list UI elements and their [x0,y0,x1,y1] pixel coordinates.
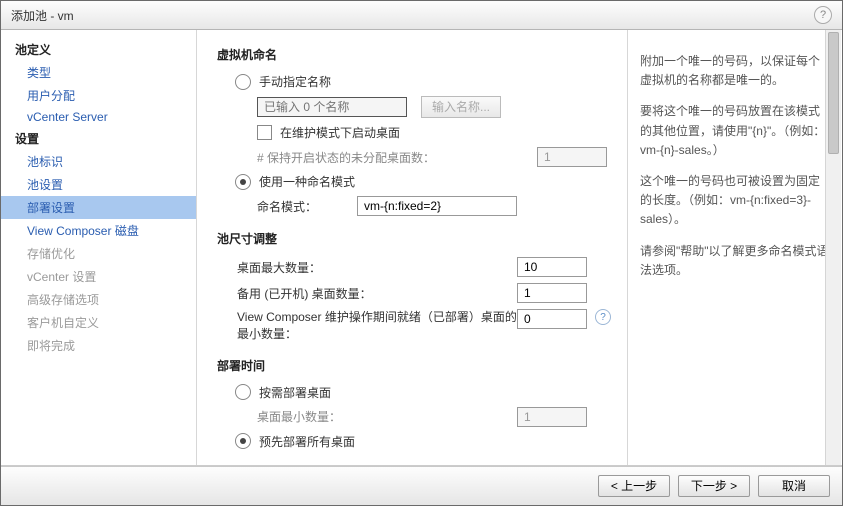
checkbox-maintenance-start[interactable] [257,125,272,140]
next-button[interactable]: 下一步 > [678,475,750,497]
help-text-2: 要将这个唯一的号码放置在该模式的其他位置，请使用"{n}"。（例如：vm-{n}… [640,102,830,160]
label-pattern: 命名模式： [257,198,357,215]
label-min-ready: View Composer 维护操作期间就绪（已部署）桌面的最小数量： [237,309,517,343]
section-pool-sizing: 池尺寸调整 [217,230,617,247]
radio-on-demand[interactable] [235,384,251,400]
sidebar: 池定义 类型 用户分配 vCenter Server 设置 池标识 池设置 部署… [1,30,197,465]
sidebar-item-type[interactable]: 类型 [1,61,196,84]
sidebar-item-vcenter-settings: vCenter 设置 [1,265,196,288]
help-text-3: 这个唯一的号码也可被设置为固定的长度。（例如：vm-{n:fixed=3}-sa… [640,172,830,230]
back-button[interactable]: < 上一步 [598,475,670,497]
input-names-entered[interactable] [257,97,407,117]
sidebar-item-view-composer-disks[interactable]: View Composer 磁盘 [1,219,196,242]
label-manual-naming: 手动指定名称 [259,73,331,90]
label-min-desktops: 桌面最小数量： [257,408,517,425]
label-spare-desktops: 备用 (已开机) 桌面数量： [237,285,517,302]
sidebar-group-settings: 设置 [1,127,196,150]
label-naming-pattern: 使用一种命名模式 [259,173,355,190]
radio-manual-naming[interactable] [235,74,251,90]
input-naming-pattern[interactable] [357,196,517,216]
label-on-demand: 按需部署桌面 [259,384,331,401]
sidebar-item-guest-custom: 客户机自定义 [1,311,196,334]
scrollbar[interactable] [825,30,841,465]
sidebar-item-pool-settings[interactable]: 池设置 [1,173,196,196]
help-text-4: 请参阅"帮助"以了解更多命名模式语法选项。 [640,242,830,280]
cancel-button[interactable]: 取消 [758,475,830,497]
sidebar-item-adv-storage: 高级存储选项 [1,288,196,311]
footer: < 上一步 下一步 > 取消 [1,466,842,505]
label-unassigned-count: # 保持开启状态的未分配桌面数： [257,149,537,166]
input-unassigned-count [537,147,607,167]
title-bar: 添加池 - vm ? [1,1,842,30]
help-icon-min-ready[interactable]: ? [595,309,611,325]
sidebar-group-pool-def: 池定义 [1,38,196,61]
label-maintenance-start: 在维护模式下启动桌面 [280,124,400,141]
radio-naming-pattern[interactable] [235,174,251,190]
sidebar-item-pool-id[interactable]: 池标识 [1,150,196,173]
sidebar-item-vcenter-server[interactable]: vCenter Server [1,107,196,127]
section-provision-timing: 部署时间 [217,357,617,374]
enter-names-button[interactable]: 输入名称... [421,96,501,118]
help-text-1: 附加一个唯一的号码，以保证每个虚拟机的名称都是唯一的。 [640,52,830,90]
sidebar-item-provisioning[interactable]: 部署设置 [1,196,196,219]
label-max-desktops: 桌面最大数量： [237,259,517,276]
radio-upfront[interactable] [235,433,251,449]
scrollbar-thumb[interactable] [828,32,839,154]
form-area: 虚拟机命名 手动指定名称 输入名称... 在维护模式下启动桌面 [197,30,628,465]
label-upfront: 预先部署所有桌面 [259,433,355,450]
window-title: 添加池 - vm [11,7,74,24]
input-min-desktops [517,407,587,427]
sidebar-item-ready: 即将完成 [1,334,196,357]
input-spare-desktops[interactable] [517,283,587,303]
help-panel: 附加一个唯一的号码，以保证每个虚拟机的名称都是唯一的。 要将这个唯一的号码放置在… [628,30,842,465]
input-max-desktops[interactable] [517,257,587,277]
help-icon[interactable]: ? [814,6,832,24]
input-min-ready[interactable] [517,309,587,329]
sidebar-item-user-assign[interactable]: 用户分配 [1,84,196,107]
sidebar-item-storage-opt: 存储优化 [1,242,196,265]
section-vm-naming: 虚拟机命名 [217,46,617,63]
